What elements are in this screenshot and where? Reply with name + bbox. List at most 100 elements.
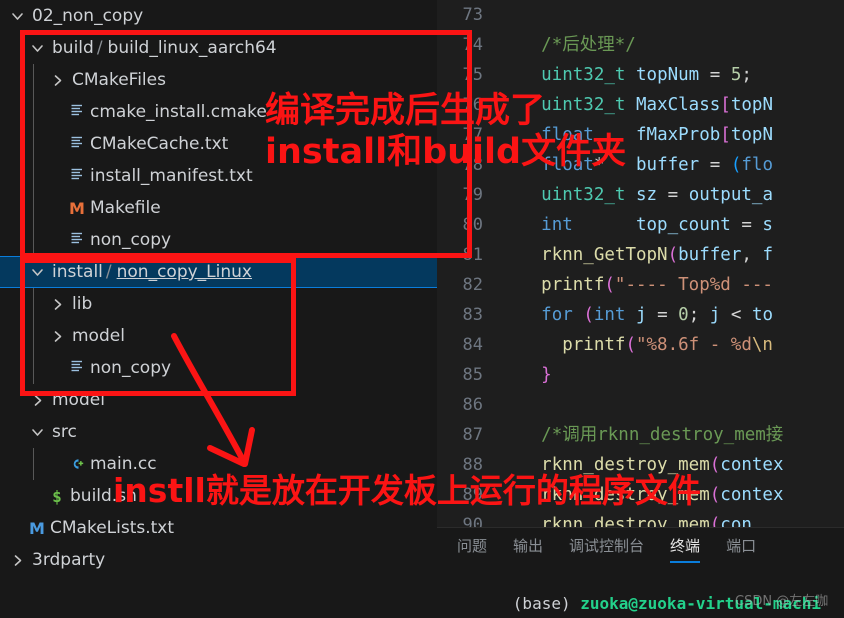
code-token: /*调用rknn_destroy_mem接 <box>541 425 784 445</box>
code-token: uint32_t <box>541 65 626 85</box>
code-token: < <box>720 305 752 325</box>
chevron-right-icon[interactable] <box>48 297 66 312</box>
code-line[interactable]: 80 int top_count = s <box>437 210 844 240</box>
code-line[interactable]: 84 printf("%8.6f - %d\n <box>437 330 844 360</box>
panel-tab-ports[interactable]: 端口 <box>726 528 756 563</box>
code-token: int <box>541 215 573 235</box>
tree-indent-guide <box>33 320 34 352</box>
panel-tab-terminal[interactable]: 终端 <box>670 528 701 563</box>
code-text: uint32_t topNum = 5; <box>499 65 752 85</box>
markdown-icon: M <box>29 518 45 538</box>
tree-item-label: install_manifest.txt <box>90 166 253 186</box>
tree-indent-guide <box>33 128 34 160</box>
chevron-right-icon[interactable] <box>48 329 66 344</box>
tree-item-build[interactable]: build / build_linux_aarch64 <box>0 32 437 64</box>
tree-item-label: 02_non_copy <box>32 6 144 26</box>
tree-item-install[interactable]: install / non_copy_Linux <box>0 256 437 288</box>
code-token: = <box>646 305 679 325</box>
code-line[interactable]: 79 uint32_t sz = output_a <box>437 180 844 210</box>
line-number: 81 <box>462 245 483 265</box>
code-text: rknn_GetTopN(buffer, f <box>499 245 773 265</box>
code-line[interactable]: 74 /*后处理*/ <box>437 30 844 60</box>
tree-item-cmakelists[interactable]: M CMakeLists.txt <box>0 512 437 544</box>
tree-item-model_inner[interactable]: model <box>0 320 437 352</box>
tree-item-non_copy_install[interactable]: non_copy <box>0 352 437 384</box>
panel-tab-bar[interactable]: 问题 输出 调试控制台 终端 端口 <box>437 528 844 563</box>
code-token: fMaxProb <box>636 125 721 145</box>
code-line[interactable]: 83 for (int j = 0; j < to <box>437 300 844 330</box>
tree-item-non_copy_build[interactable]: non_copy <box>0 224 437 256</box>
chevron-down-icon[interactable] <box>28 425 46 440</box>
code-line[interactable]: 87 /*调用rknn_destroy_mem接 <box>437 420 844 450</box>
code-line[interactable]: 75 uint32_t topNum = 5; <box>437 60 844 90</box>
tree-item-makefile[interactable]: M Makefile <box>0 192 437 224</box>
code-token: ( <box>604 275 615 295</box>
file-lines-icon <box>66 102 88 123</box>
code-editor[interactable]: 73 74 /*后处理*/75 uint32_t topNum = 5; 76 ui… <box>437 0 844 527</box>
chevron-right-icon[interactable] <box>28 393 46 408</box>
code-token: [ <box>720 95 731 115</box>
shell-script-icon: $ <box>52 486 62 506</box>
code-line[interactable]: 86 <box>437 390 844 420</box>
line-number: 90 <box>462 515 483 527</box>
code-token: ( <box>709 455 721 475</box>
code-token: 0 <box>678 305 689 325</box>
file-lines-icon <box>66 134 88 155</box>
code-line[interactable]: 85 } <box>437 360 844 390</box>
chevron-right-icon[interactable] <box>8 553 26 568</box>
code-token: topN <box>730 95 773 115</box>
panel-tab-output[interactable]: 输出 <box>513 528 543 563</box>
chevron-down-icon[interactable] <box>28 265 46 280</box>
tree-item-label: 3rdparty <box>32 550 106 570</box>
line-number: 73 <box>462 5 483 25</box>
code-token: uint32_t <box>541 185 626 205</box>
chevron-down-icon[interactable] <box>8 9 26 24</box>
terminal-prompt-base: (base) <box>512 594 581 613</box>
chevron-down-icon[interactable] <box>28 41 46 56</box>
tree-item-label: src <box>52 422 77 442</box>
tree-indent-guide <box>33 448 34 480</box>
line-number: 80 <box>462 215 483 235</box>
code-line[interactable]: 90 rknn_destroy_mem(con <box>437 510 844 527</box>
code-text: printf("%8.6f - %d\n <box>499 335 773 355</box>
line-number: 87 <box>462 425 483 445</box>
code-line[interactable]: 81 rknn_GetTopN(buffer, f <box>437 240 844 270</box>
code-token: uint32_t <box>541 95 626 115</box>
tree-item-model[interactable]: model <box>0 384 437 416</box>
tree-item-lib[interactable]: lib <box>0 288 437 320</box>
tree-indent-guide <box>33 96 34 128</box>
tree-item-label: cmake_install.cmake <box>90 102 267 122</box>
code-text: } <box>499 365 552 385</box>
tree-indent-guide <box>33 288 34 320</box>
tree-item-label: Makefile <box>90 198 161 218</box>
tree-item-02_non_copy[interactable]: 02_non_copy <box>0 0 437 32</box>
code-line[interactable]: 82 printf("---- Top%d --- <box>437 270 844 300</box>
line-number: 79 <box>462 185 483 205</box>
tree-item-3rdparty[interactable]: 3rdparty <box>0 544 437 576</box>
code-line[interactable]: 73 <box>437 0 844 30</box>
code-token: flo <box>741 155 773 175</box>
panel-tab-label: 调试控制台 <box>569 537 645 555</box>
code-token: contex <box>720 485 784 505</box>
tree-item-label: install <box>52 262 103 282</box>
code-token: "---- Top%d --- <box>614 275 773 295</box>
tree-item-src[interactable]: src <box>0 416 437 448</box>
code-token: j <box>709 305 721 325</box>
tree-indent-guide <box>33 352 34 384</box>
chevron-right-icon[interactable] <box>48 73 66 88</box>
code-text: /*调用rknn_destroy_mem接 <box>499 425 783 445</box>
panel-tab-debug-console[interactable]: 调试控制台 <box>569 528 644 563</box>
code-text: rknn_destroy_mem(con <box>499 515 752 527</box>
panel-tab-problems[interactable]: 问题 <box>457 528 487 563</box>
code-token: ( <box>730 155 742 175</box>
tree-indent-guide <box>33 160 34 192</box>
